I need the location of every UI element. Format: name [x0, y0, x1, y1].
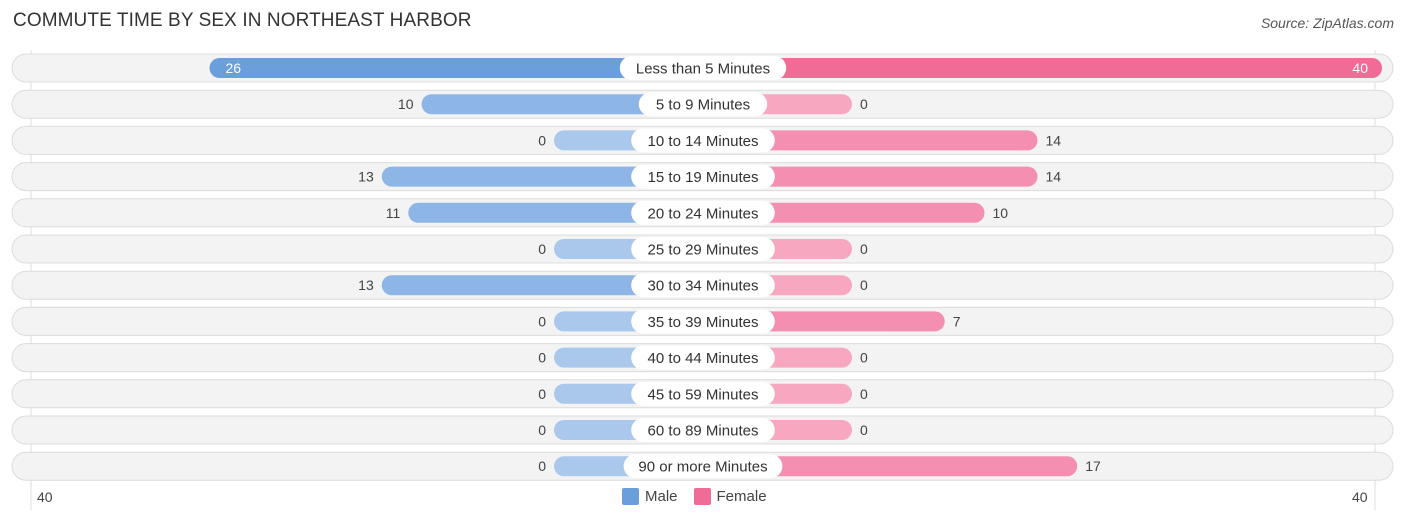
female-value-label: 14	[1046, 169, 1062, 185]
female-value-label: 10	[993, 205, 1009, 221]
legend-male-label: Male	[645, 488, 678, 505]
male-value-label: 0	[538, 350, 546, 366]
female-value-label: 0	[860, 386, 868, 402]
female-value-label: 0	[860, 241, 868, 257]
male-value-label: 0	[538, 458, 546, 474]
female-value-label: 14	[1046, 132, 1062, 148]
male-value-label: 11	[386, 205, 401, 221]
category-label: 35 to 39 Minutes	[648, 314, 759, 331]
legend-female-label: Female	[716, 488, 767, 505]
legend-female-swatch	[693, 488, 711, 505]
male-value-label: 0	[538, 241, 546, 257]
axis-right-label: 40	[1352, 489, 1368, 505]
category-label: 10 to 14 Minutes	[648, 133, 759, 150]
category-label: 30 to 34 Minutes	[648, 278, 759, 295]
male-value-label: 10	[398, 96, 414, 112]
category-label: 45 to 59 Minutes	[648, 386, 759, 403]
category-label: 5 to 9 Minutes	[656, 97, 750, 114]
female-value-label: 17	[1085, 458, 1101, 474]
female-value-label: 40	[1352, 60, 1368, 76]
legend: Male Female	[622, 488, 767, 505]
female-value-label: 0	[860, 96, 868, 112]
male-value-label: 13	[358, 169, 374, 185]
female-bar	[703, 58, 1382, 78]
female-value-label: 0	[860, 350, 868, 366]
female-value-label: 7	[953, 313, 961, 329]
male-value-label: 0	[538, 422, 546, 438]
male-value-label: 0	[538, 386, 546, 402]
legend-male-swatch	[622, 488, 639, 505]
chart: Less than 5 Minutes 26 40 5 to 9 Minutes 10 0…	[11, 50, 1394, 510]
category-label: Less than 5 Minutes	[636, 61, 770, 78]
male-value-label: 0	[538, 313, 546, 329]
female-value-label: 0	[860, 422, 868, 438]
category-label: 15 to 19 Minutes	[648, 169, 759, 186]
male-value-label: 0	[538, 132, 546, 148]
category-label: 40 to 44 Minutes	[648, 350, 759, 367]
axis-left-label: 40	[37, 489, 53, 505]
female-value-label: 0	[860, 277, 868, 293]
category-label: 25 to 29 Minutes	[648, 242, 759, 259]
male-value-label: 13	[358, 277, 374, 293]
category-label: 90 or more Minutes	[638, 459, 767, 476]
male-value-label: 26	[226, 60, 242, 76]
category-label: 60 to 89 Minutes	[648, 423, 759, 440]
category-label: 20 to 24 Minutes	[648, 205, 759, 222]
